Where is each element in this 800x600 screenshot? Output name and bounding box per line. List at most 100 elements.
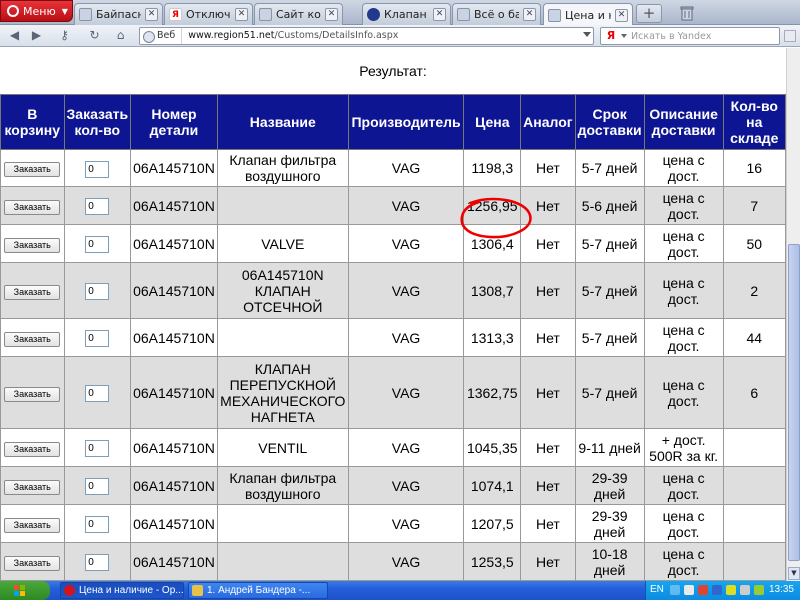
order-button[interactable]: Заказать — [4, 517, 61, 533]
quantity-input[interactable]: 0 — [85, 554, 110, 571]
quantity-input[interactable]: 0 — [85, 160, 110, 178]
close-icon[interactable]: ✕ — [615, 8, 628, 22]
url-path: /Customs/DetailsInfo.aspx — [274, 30, 399, 41]
close-icon[interactable]: ✕ — [325, 8, 338, 21]
tab-6-active[interactable]: Цена и нал... ✕ — [543, 3, 633, 26]
language-indicator[interactable]: EN — [650, 584, 664, 595]
home-icon[interactable]: ⌂ — [112, 28, 129, 44]
part-number: 06A145710N — [130, 504, 218, 543]
tab-3[interactable]: Сайт комп... ✕ — [254, 3, 343, 25]
delivery-description: цена с дост. — [643, 356, 724, 429]
antivirus-icon[interactable] — [698, 585, 708, 595]
taskbar-item-opera[interactable]: Цена и наличие - Ор... — [60, 582, 184, 599]
page-icon — [259, 8, 272, 21]
result-heading: Результат: — [359, 63, 427, 79]
new-tab-button[interactable]: + — [636, 4, 662, 23]
order-button[interactable]: Заказать — [4, 441, 61, 457]
qty-cell: 0 — [63, 504, 132, 543]
quantity-input[interactable]: 0 — [85, 440, 110, 457]
order-button[interactable]: Заказать — [4, 386, 61, 402]
price: 1306,4 — [463, 224, 522, 263]
stock-qty: 6 — [722, 356, 786, 429]
quantity-input[interactable]: 0 — [85, 516, 110, 533]
table-row: Заказать 0 06A145710N VENTIL VAG 1045,35 Нет 9-… — [0, 428, 786, 467]
scrollbar-thumb[interactable] — [788, 244, 800, 561]
analog: Нет — [520, 466, 576, 505]
trash-icon[interactable] — [680, 5, 694, 21]
stock-qty — [722, 542, 786, 581]
address-field[interactable]: Веб www.region51.net/Customs/DetailsInfo… — [139, 27, 594, 45]
close-icon[interactable]: ✕ — [145, 8, 158, 21]
manufacturer: VAG — [347, 262, 465, 319]
quantity-input[interactable]: 0 — [85, 478, 110, 495]
search-field[interactable]: Я Искать в Yandex — [600, 27, 780, 45]
qty-cell: 0 — [63, 542, 132, 581]
close-icon[interactable]: ✕ — [433, 8, 446, 21]
opera-menu-button[interactable]: Меню ▼ — [0, 0, 73, 22]
close-icon[interactable]: ✕ — [235, 8, 248, 21]
tray-app-icon[interactable] — [754, 585, 764, 595]
delivery-term: 5-6 дней — [574, 186, 645, 225]
start-button[interactable] — [0, 581, 50, 600]
chevron-down-icon[interactable] — [621, 34, 627, 38]
key-icon[interactable]: ⚷ — [56, 28, 73, 44]
quantity-input[interactable]: 0 — [85, 198, 110, 215]
web-label: Веб — [140, 28, 183, 44]
order-button[interactable]: Заказать — [4, 555, 61, 571]
order-button[interactable]: Заказать — [4, 199, 61, 215]
forward-arrow-icon[interactable]: ▶ — [28, 28, 45, 44]
table-header-row: В корзину Заказать кол-во Номер детали Н… — [0, 94, 786, 150]
network-icon[interactable] — [684, 585, 694, 595]
tab-2[interactable]: Я Отключаю... ✕ — [164, 3, 253, 25]
security-icon[interactable] — [726, 585, 736, 595]
close-icon[interactable]: ✕ — [523, 8, 536, 21]
vertical-scrollbar[interactable]: ▼ — [786, 48, 800, 581]
analog: Нет — [520, 542, 576, 581]
quantity-input[interactable]: 0 — [85, 236, 110, 253]
quantity-input[interactable]: 0 — [85, 385, 110, 402]
tab-label: Сайт комп... — [276, 8, 321, 21]
tray-app-icon[interactable] — [712, 585, 722, 595]
order-button[interactable]: Заказать — [4, 237, 61, 253]
order-button[interactable]: Заказать — [4, 284, 61, 300]
back-arrow-icon[interactable]: ◀ — [6, 28, 23, 44]
reload-icon[interactable]: ↻ — [86, 28, 103, 44]
tray-arrow-icon[interactable] — [670, 585, 680, 595]
delivery-term: 10-18 дней — [574, 542, 645, 581]
chevron-down-icon[interactable] — [583, 32, 591, 37]
manufacturer: VAG — [347, 149, 465, 187]
delivery-term: 29-39 дней — [574, 466, 645, 505]
delivery-term: 5-7 дней — [574, 262, 645, 319]
tab-5[interactable]: Всё о байп... ✕ — [452, 3, 541, 25]
qty-cell: 0 — [63, 318, 132, 357]
tab-1[interactable]: Байпасный... ✕ — [74, 3, 163, 25]
qty-cell: 0 — [63, 356, 132, 429]
part-name: VALVE — [216, 224, 349, 263]
quantity-input[interactable]: 0 — [85, 283, 110, 300]
cart-cell: Заказать — [0, 356, 65, 429]
delivery-description: цена с дост. — [643, 149, 724, 187]
order-button[interactable]: Заказать — [4, 162, 61, 177]
qty-cell: 0 — [63, 149, 132, 187]
quantity-input[interactable]: 0 — [85, 330, 110, 347]
stock-qty: 2 — [722, 262, 786, 319]
cart-cell: Заказать — [0, 428, 65, 467]
tab-4[interactable]: Клапан сис... ✕ — [362, 3, 451, 25]
price: 1362,75 — [463, 356, 522, 429]
delivery-term: 5-7 дней — [574, 224, 645, 263]
scroll-down-icon[interactable]: ▼ — [788, 567, 800, 580]
taskbar-item-chat[interactable]: 1. Андрей Бандера -... — [188, 582, 328, 599]
url-host: www.region51.net — [188, 30, 275, 41]
cart-cell: Заказать — [0, 262, 65, 319]
taskbar-item-label: Цена и наличие - Ор... — [79, 585, 184, 596]
analog: Нет — [520, 428, 576, 467]
part-number: 06A145710N — [130, 318, 218, 357]
order-button[interactable]: Заказать — [4, 331, 61, 347]
search-go-icon[interactable] — [784, 30, 796, 42]
order-button[interactable]: Заказать — [4, 479, 61, 495]
manufacturer: VAG — [347, 542, 465, 581]
analog: Нет — [520, 262, 576, 319]
part-number: 06A145710N — [130, 542, 218, 581]
volume-icon[interactable] — [740, 585, 750, 595]
delivery-description: цена с дост. — [643, 504, 724, 543]
